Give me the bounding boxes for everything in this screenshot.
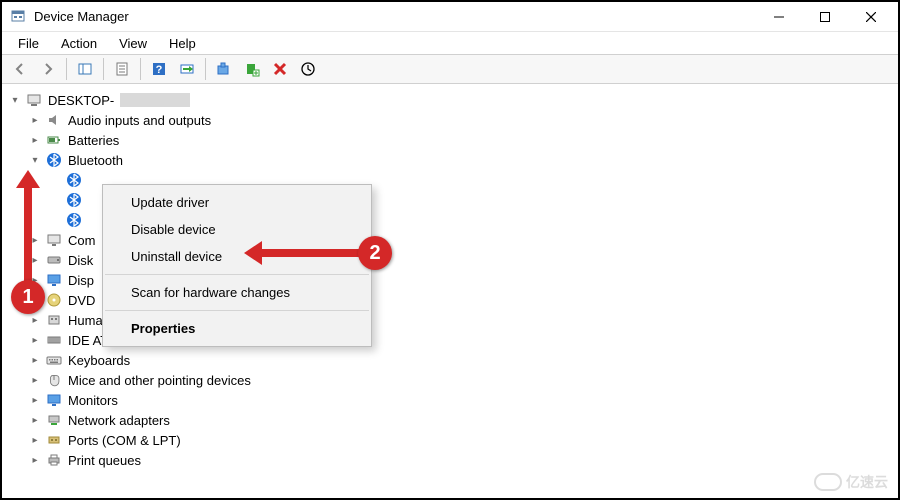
ctx-separator <box>105 310 369 311</box>
chevron-down-icon[interactable]: ▾ <box>28 153 42 167</box>
menu-action[interactable]: Action <box>51 34 107 53</box>
toolbar-separator <box>205 58 206 80</box>
forward-icon <box>40 61 56 77</box>
tree-root-node[interactable]: ▾ DESKTOP- <box>8 90 892 110</box>
monitor-icon <box>46 392 62 408</box>
uninstall-icon <box>272 61 288 77</box>
menu-view[interactable]: View <box>109 34 157 53</box>
toolbar: ? <box>2 54 898 84</box>
menu-file[interactable]: File <box>8 34 49 53</box>
chevron-right-icon[interactable]: ▸ <box>28 453 42 467</box>
toolbar-add-hardware-button[interactable] <box>240 57 264 81</box>
window-frame: Device Manager File Action View Help <box>0 0 900 500</box>
tree-item-ports[interactable]: ▸ Ports (COM & LPT) <box>28 430 892 450</box>
tree-item-keyboards[interactable]: ▸ Keyboards <box>28 350 892 370</box>
tree-item-batteries[interactable]: ▸ Batteries <box>28 130 892 150</box>
redacted-hostname <box>120 93 190 107</box>
toolbar-separator <box>66 58 67 80</box>
chevron-right-icon[interactable]: ▸ <box>28 393 42 407</box>
bluetooth-icon <box>66 192 82 208</box>
close-icon <box>866 12 876 22</box>
display-adapter-icon <box>46 272 62 288</box>
show-hidden-icon <box>77 61 93 77</box>
annotation-arrowhead-up <box>16 170 40 188</box>
properties-icon <box>114 61 130 77</box>
close-button[interactable] <box>848 2 894 32</box>
back-icon <box>12 61 28 77</box>
menu-help[interactable]: Help <box>159 34 206 53</box>
toolbar-update-driver-button[interactable] <box>212 57 236 81</box>
annotation-step-1: 1 <box>11 280 45 314</box>
annotation-arrow <box>24 182 32 282</box>
disc-icon <box>46 292 62 308</box>
chevron-right-icon[interactable]: ▸ <box>28 333 42 347</box>
hid-icon <box>46 312 62 328</box>
tree-item-bluetooth[interactable]: ▾ Bluetooth <box>28 150 892 170</box>
keyboard-icon <box>46 352 62 368</box>
chevron-down-icon[interactable]: ▾ <box>8 93 22 107</box>
ctx-update-driver[interactable]: Update driver <box>103 189 371 216</box>
ctx-scan-hardware[interactable]: Scan for hardware changes <box>103 279 371 306</box>
scan-icon <box>179 61 195 77</box>
chevron-right-icon[interactable]: ▸ <box>28 413 42 427</box>
menu-bar: File Action View Help <box>2 32 898 54</box>
network-icon <box>46 412 62 428</box>
chevron-right-icon[interactable]: ▸ <box>28 133 42 147</box>
maximize-button[interactable] <box>802 2 848 32</box>
bluetooth-icon <box>46 152 62 168</box>
tree-item-network[interactable]: ▸ Network adapters <box>28 410 892 430</box>
annotation-arrowhead-left <box>244 241 262 265</box>
annotation-step-2: 2 <box>358 236 392 270</box>
disk-icon <box>46 252 62 268</box>
computer-icon <box>26 92 42 108</box>
maximize-icon <box>820 12 830 22</box>
toolbar-help-button[interactable]: ? <box>147 57 171 81</box>
title-bar[interactable]: Device Manager <box>2 2 898 32</box>
refresh-icon <box>300 61 316 77</box>
chevron-right-icon[interactable]: ▸ <box>28 433 42 447</box>
port-icon <box>46 432 62 448</box>
printer-icon <box>46 452 62 468</box>
monitor-icon <box>46 232 62 248</box>
mouse-icon <box>46 372 62 388</box>
battery-icon <box>46 132 62 148</box>
tree-item-mice[interactable]: ▸ Mice and other pointing devices <box>28 370 892 390</box>
ctx-separator <box>105 274 369 275</box>
tree-item-print[interactable]: ▸ Print queues <box>28 450 892 470</box>
help-icon: ? <box>151 61 167 77</box>
toolbar-uninstall-button[interactable] <box>268 57 292 81</box>
svg-text:?: ? <box>156 64 163 76</box>
app-icon <box>10 9 26 25</box>
context-menu: Update driver Disable device Uninstall d… <box>102 184 372 347</box>
tree-item-audio[interactable]: ▸ Audio inputs and outputs <box>28 110 892 130</box>
ctx-properties[interactable]: Properties <box>103 315 371 342</box>
toolbar-scan-button[interactable] <box>175 57 199 81</box>
minimize-icon <box>774 12 784 22</box>
tree-root-label: DESKTOP- <box>46 92 116 109</box>
bluetooth-icon <box>66 212 82 228</box>
toolbar-show-hidden-button[interactable] <box>73 57 97 81</box>
toolbar-back-button[interactable] <box>8 57 32 81</box>
update-driver-icon <box>216 61 232 77</box>
bluetooth-icon <box>66 172 82 188</box>
ctx-disable-device[interactable]: Disable device <box>103 216 371 243</box>
toolbar-properties-button[interactable] <box>110 57 134 81</box>
tree-item-monitors[interactable]: ▸ Monitors <box>28 390 892 410</box>
minimize-button[interactable] <box>756 2 802 32</box>
toolbar-separator <box>103 58 104 80</box>
chevron-right-icon[interactable]: ▸ <box>28 373 42 387</box>
chevron-right-icon[interactable]: ▸ <box>28 353 42 367</box>
toolbar-refresh-button[interactable] <box>296 57 320 81</box>
ide-icon <box>46 332 62 348</box>
window-title: Device Manager <box>34 9 129 24</box>
toolbar-separator <box>140 58 141 80</box>
annotation-arrow <box>260 249 360 257</box>
add-hardware-icon <box>244 61 260 77</box>
chevron-right-icon[interactable]: ▸ <box>28 313 42 327</box>
chevron-right-icon[interactable]: ▸ <box>28 113 42 127</box>
speaker-icon <box>46 112 62 128</box>
toolbar-forward-button[interactable] <box>36 57 60 81</box>
